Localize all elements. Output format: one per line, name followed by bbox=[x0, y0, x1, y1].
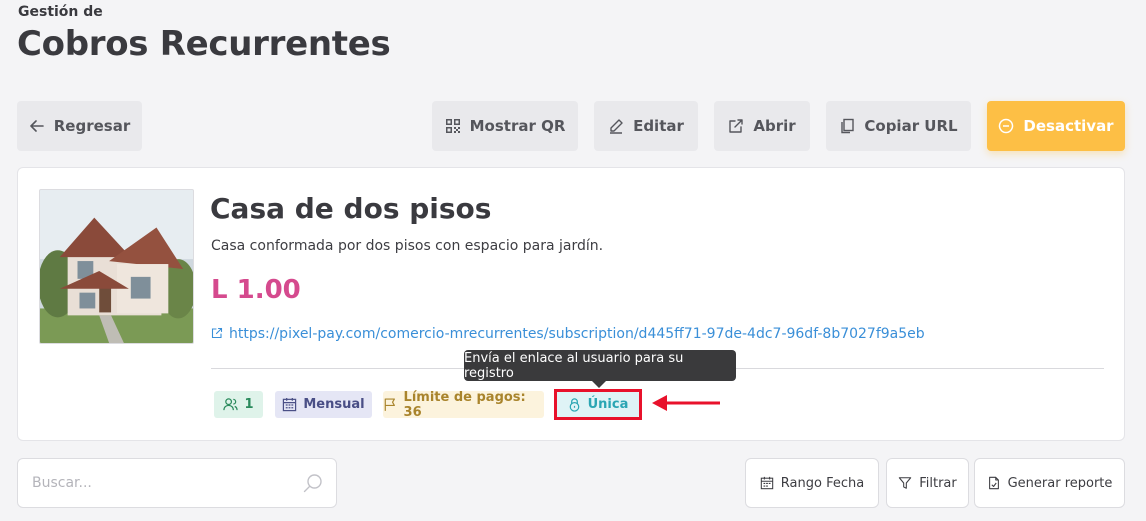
deactivate-button[interactable]: Desactivar bbox=[987, 101, 1125, 151]
qr-code-icon bbox=[445, 119, 460, 133]
frequency-label: Mensual bbox=[303, 397, 365, 412]
copy-icon bbox=[841, 118, 855, 134]
product-description: Casa conformada por dos pisos con espaci… bbox=[211, 238, 604, 254]
users-icon bbox=[223, 398, 239, 411]
tooltip: Envía el enlace al usuario para su regis… bbox=[464, 350, 736, 388]
subscription-link[interactable]: https://pixel-pay.com/comercio-mrecurren… bbox=[211, 326, 925, 342]
product-price: L 1.00 bbox=[211, 275, 301, 305]
copy-url-button[interactable]: Copiar URL bbox=[826, 101, 971, 151]
edit-button[interactable]: Editar bbox=[594, 101, 698, 151]
open-button[interactable]: Abrir bbox=[714, 101, 810, 151]
payment-limit-badge: Límite de pagos: 36 bbox=[383, 389, 544, 420]
copy-url-button-label: Copiar URL bbox=[864, 117, 958, 135]
open-button-label: Abrir bbox=[753, 117, 796, 135]
users-count-badge: 1 bbox=[214, 391, 263, 418]
search-input[interactable] bbox=[32, 459, 302, 507]
calendar-icon bbox=[283, 397, 297, 412]
flag-icon bbox=[384, 398, 395, 411]
back-button[interactable]: Regresar bbox=[17, 101, 142, 151]
external-link-icon bbox=[729, 119, 744, 133]
date-range-label: Rango Fecha bbox=[780, 475, 865, 491]
date-range-button[interactable]: Rango Fecha bbox=[745, 458, 879, 508]
document-icon bbox=[988, 476, 999, 490]
payment-limit-label: Límite de pagos: 36 bbox=[403, 389, 526, 420]
arrow-left-icon bbox=[29, 120, 44, 132]
page-title: Cobros Recurrentes bbox=[17, 24, 391, 64]
highlight-box bbox=[554, 389, 642, 420]
arrow-left-icon bbox=[652, 395, 720, 411]
page-subtitle: Gestión de bbox=[18, 4, 103, 20]
users-count: 1 bbox=[244, 397, 254, 412]
search-box[interactable] bbox=[17, 458, 337, 508]
subscription-link-text[interactable]: https://pixel-pay.com/comercio-mrecurren… bbox=[229, 326, 925, 342]
deactivate-button-label: Desactivar bbox=[1023, 117, 1114, 135]
product-image bbox=[39, 189, 194, 344]
show-qr-button-label: Mostrar QR bbox=[469, 117, 566, 135]
external-link-icon bbox=[211, 327, 223, 339]
filter-label: Filtrar bbox=[919, 475, 957, 491]
show-qr-button[interactable]: Mostrar QR bbox=[432, 101, 578, 151]
frequency-badge: Mensual bbox=[275, 391, 372, 418]
calendar-icon bbox=[760, 476, 773, 490]
product-name: Casa de dos pisos bbox=[210, 192, 492, 225]
edit-button-label: Editar bbox=[633, 117, 684, 135]
minus-circle-icon bbox=[999, 118, 1014, 134]
generate-report-button[interactable]: Generar reporte bbox=[974, 458, 1125, 508]
filter-icon bbox=[899, 477, 912, 489]
back-button-label: Regresar bbox=[53, 117, 131, 135]
pencil-icon bbox=[610, 119, 623, 134]
generate-report-label: Generar reporte bbox=[1007, 475, 1113, 491]
search-icon[interactable] bbox=[303, 473, 323, 493]
filter-button[interactable]: Filtrar bbox=[886, 458, 969, 508]
